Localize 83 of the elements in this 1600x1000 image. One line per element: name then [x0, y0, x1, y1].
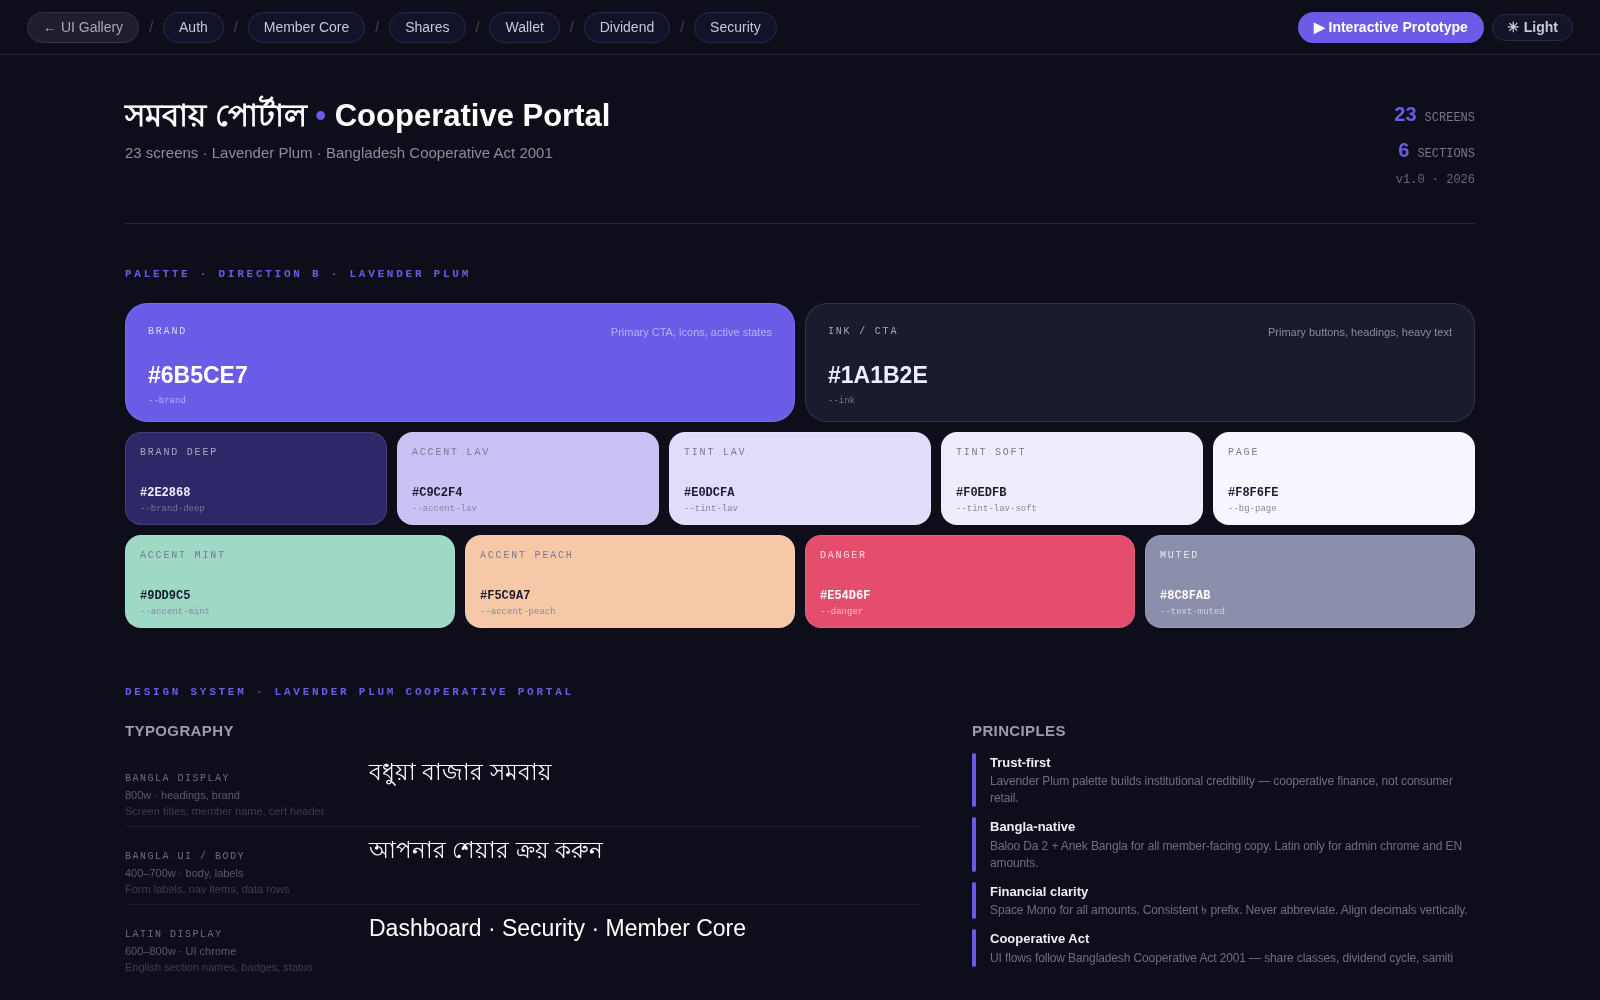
swatch-note: Primary buttons, headings, heavy text — [1267, 324, 1452, 340]
swatch-label: BRAND — [148, 324, 187, 339]
css-variable: --bg-page — [1228, 502, 1278, 516]
subtitle: 23 screens · Lavender Plum · Bangladesh Cooperative Act 2001 — [125, 142, 554, 163]
type-sample: বধুয়া বাজার সমবায় — [369, 757, 552, 788]
type-weights: 400–700w · body, labels — [125, 865, 245, 881]
type-label: BANGLA UI / BODY — [125, 849, 246, 864]
version-text: v1.0 · 2026 — [1395, 172, 1475, 189]
principle-text: Baloo Da 2 + Anek Bangla for all member-facing copy. Latin only for admin chrome and EN amounts. — [990, 837, 1463, 872]
principle-text: Space Mono for all amounts. Consistent ৳ prefix. Never abbreviate. Align decimals vertically. — [990, 902, 1469, 919]
nav-link[interactable]: Dividend — [583, 11, 671, 43]
type-weights: 800w · headings, brand — [125, 787, 241, 803]
hex-code: #8C8FAB — [1160, 587, 1212, 605]
section-heading: DESIGN SYSTEM · LAVENDER PLUM COOPERATIVE PORTAL — [125, 684, 575, 700]
column-heading: TYPOGRAPHY — [125, 721, 235, 741]
type-sample: Dashboard · Security · Member Core — [369, 913, 747, 943]
accent-bar — [972, 929, 976, 967]
css-variable: --text-muted — [1160, 605, 1226, 619]
css-variable: --tint-lav-soft — [956, 502, 1038, 516]
type-label: BANGLA DISPLAY — [125, 771, 231, 786]
swatch-label: ACCENT LAV — [412, 445, 490, 460]
css-variable: --accent-mint — [140, 605, 212, 619]
principle-title: Bangla-native — [990, 818, 1077, 836]
swatch-label: ACCENT MINT — [140, 548, 226, 563]
principle-title: Cooperative Act — [990, 930, 1091, 948]
principle-title: Financial clarity — [990, 882, 1090, 901]
breadcrumb-separator: / — [475, 17, 480, 37]
principle-text: UI flows follow Bangladesh Cooperative Act 2001 — share classes, dividend cycle, samiti — [990, 949, 1455, 967]
swatch-label: PAGE — [1228, 445, 1260, 460]
type-weights: 600–800w · UI chrome — [125, 943, 238, 959]
hex-code: #F8F6FE — [1228, 484, 1280, 502]
breadcrumb-separator: / — [569, 17, 574, 37]
breadcrumb-separator: / — [680, 17, 685, 37]
breadcrumb-separator: / — [149, 17, 153, 37]
theme-toggle-button[interactable]: ☀ Light — [1491, 13, 1573, 41]
swatch-label: BRAND DEEP — [140, 445, 218, 460]
section-heading: PALETTE · DIRECTION B · LAVENDER PLUM — [125, 267, 472, 282]
swatch-label: MUTED — [1160, 548, 1199, 563]
stat-label: SECTIONS — [1417, 146, 1475, 163]
principle-title: Trust-first — [990, 753, 1052, 772]
stat-value: 23 — [1394, 102, 1417, 127]
back-link[interactable]: ← UI Gallery — [27, 11, 140, 43]
swatch-label: TINT LAV — [684, 445, 747, 460]
type-label: LATIN DISPLAY — [125, 927, 224, 942]
css-variable: --accent-peach — [480, 605, 557, 619]
hex-code: #2E2868 — [140, 484, 192, 502]
principle-text: Lavender Plum palette builds institutional credibility — cooperative finance, not consumer retail. — [990, 773, 1454, 807]
swatch-label: TINT SOFT — [956, 445, 1027, 460]
nav-link[interactable]: Member Core — [247, 11, 366, 43]
css-variable: --accent-lav — [412, 502, 478, 516]
css-variable: --tint-lav — [684, 502, 739, 516]
column-heading: PRINCIPLES — [972, 721, 1067, 741]
accent-bar — [972, 881, 976, 919]
nav-link[interactable]: Wallet — [489, 11, 560, 43]
stat-value: 6 — [1398, 138, 1410, 163]
nav-link[interactable]: Auth — [163, 11, 224, 43]
swatch-note: Primary CTA, icons, active states — [610, 324, 772, 340]
css-variable: --danger — [820, 605, 865, 619]
type-sample: আপনার শেয়ার ক্রয় করুন — [369, 835, 604, 865]
accent-bar — [972, 817, 976, 872]
breadcrumb-separator: / — [233, 17, 238, 37]
hex-code: #E0DCFA — [684, 484, 736, 502]
hex-code: #C9C2F4 — [412, 484, 464, 502]
stat-label: SCREENS — [1424, 110, 1475, 127]
prototype-button[interactable]: ▶ Interactive Prototype — [1297, 11, 1484, 43]
title-dot: • — [315, 98, 327, 133]
hex-code: #1A1B2E — [828, 361, 929, 390]
breadcrumb-separator: / — [375, 17, 380, 37]
hex-code: #F0EDFB — [956, 484, 1008, 502]
swatch-label: ACCENT PEACH — [480, 548, 574, 563]
swatch-label: DANGER — [820, 548, 867, 563]
hex-code: #F5C9A7 — [480, 587, 532, 605]
hex-code: #9DD9C5 — [140, 587, 192, 605]
css-variable: --brand — [148, 394, 187, 408]
hex-code: #6B5CE7 — [148, 361, 249, 390]
accent-bar — [972, 752, 976, 807]
nav-link[interactable]: Security — [694, 11, 777, 43]
title-latin: Cooperative Portal — [334, 98, 611, 133]
nav-link[interactable]: Shares — [389, 11, 466, 43]
css-variable: --ink — [828, 394, 856, 408]
css-variable: --brand-deep — [140, 502, 206, 516]
hex-code: #E54D6F — [820, 587, 872, 605]
swatch-label: INK / CTA — [828, 324, 899, 339]
